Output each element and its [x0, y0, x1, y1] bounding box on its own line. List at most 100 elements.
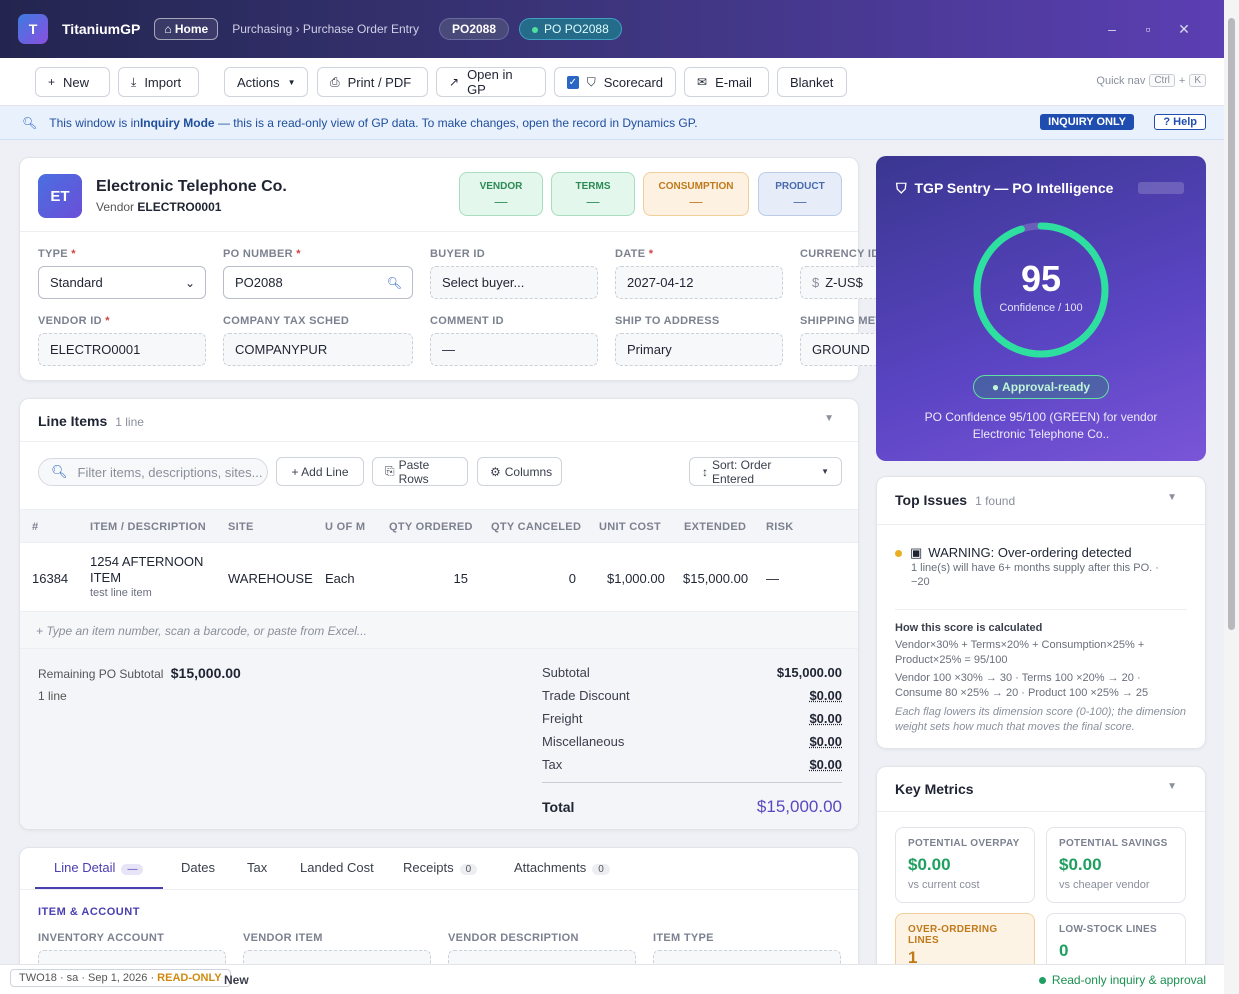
- freight-value[interactable]: $0.00: [809, 711, 842, 726]
- printer-icon: ⎙: [330, 74, 340, 89]
- po-pill[interactable]: PO2088: [438, 18, 510, 40]
- chip-vendor[interactable]: VENDOR —: [459, 172, 543, 216]
- col-header-uom[interactable]: U OF M: [325, 521, 365, 533]
- metric-value: $0.00: [1059, 855, 1102, 874]
- warning-dot-icon: [895, 550, 902, 558]
- sentry-card: ⛉ TGP Sentry — PO Intelligence 95 Confide…: [876, 156, 1206, 461]
- remaining-label: Remaining PO Subtotal: [38, 667, 164, 681]
- comment-id-input[interactable]: —: [430, 333, 598, 366]
- window-controls: – ▫ ✕: [1094, 0, 1202, 58]
- minimize-icon[interactable]: –: [1094, 21, 1130, 37]
- shipping-method-label: SHIPPING METHOD: [800, 315, 880, 327]
- tab-tax[interactable]: Tax: [247, 860, 267, 875]
- top-issues-title-text: Top Issues: [895, 492, 968, 508]
- comment-id-value: —: [442, 342, 455, 357]
- scorecard-checkbox[interactable]: ✓: [567, 75, 579, 89]
- scrollbar-thumb[interactable]: [1228, 18, 1235, 630]
- type-select[interactable]: Standard ⌄: [38, 266, 206, 299]
- col-header-unit-cost[interactable]: UNIT COST: [599, 521, 661, 533]
- collapse-caret-icon[interactable]: ▼: [1167, 492, 1177, 503]
- add-line-button[interactable]: + Add Line: [276, 457, 364, 486]
- home-button[interactable]: ⌂ Home: [154, 18, 219, 40]
- columns-button[interactable]: ⚙ Columns: [477, 457, 562, 486]
- col-header-item[interactable]: ITEM / DESCRIPTION: [90, 521, 206, 533]
- po-status-pill[interactable]: PO PO2088: [519, 18, 622, 40]
- vendor-id-input[interactable]: ELECTRO0001: [38, 333, 206, 366]
- kbd-ctrl: Ctrl: [1149, 74, 1175, 87]
- buyer-id-value: Select buyer...: [442, 275, 525, 290]
- sort-icon: ↕: [702, 464, 708, 479]
- misc-value[interactable]: $0.00: [809, 734, 842, 749]
- window-scrollbar[interactable]: [1224, 0, 1239, 994]
- shield-icon: ⛉: [586, 74, 596, 89]
- cell-num: 16384: [32, 571, 69, 586]
- key-metrics-card: Key Metrics ▼ POTENTIAL OVERPAY $0.00 vs c…: [876, 766, 1206, 994]
- blanket-button[interactable]: Blanket: [777, 67, 847, 97]
- import-button[interactable]: ⤓ Import: [118, 67, 199, 97]
- tax-value[interactable]: $0.00: [809, 757, 842, 772]
- tab-attachments-label: Attachments: [514, 860, 587, 875]
- email-button[interactable]: ✉ E-mail: [684, 67, 769, 97]
- col-header-qty-ordered[interactable]: QTY ORDERED: [389, 521, 473, 533]
- chip-product[interactable]: PRODUCT —: [758, 172, 842, 216]
- tax-sched-input[interactable]: COMPANYPUR: [223, 333, 413, 366]
- table-row[interactable]: 16384 1254 AFTERNOON ITEM test line item…: [20, 543, 858, 611]
- cell-site: WAREHOUSE: [228, 571, 313, 586]
- col-header-site[interactable]: SITE: [228, 521, 254, 533]
- tab-dates[interactable]: Dates: [181, 860, 215, 875]
- scorecard-button[interactable]: ✓ ⛉ Scorecard: [554, 67, 676, 97]
- chip-vendor-label: VENDOR: [479, 181, 523, 192]
- tab-receipts[interactable]: Receipts 0: [403, 860, 478, 875]
- tab-landed-cost[interactable]: Landed Cost: [300, 860, 374, 875]
- ship-to-input[interactable]: Primary: [615, 333, 783, 366]
- date-label: DATE: [615, 248, 646, 260]
- section-heading: ITEM & ACCOUNT: [38, 906, 140, 918]
- collapse-caret-icon[interactable]: ▼: [1167, 781, 1177, 792]
- summary-freight: Freight $0.00: [542, 711, 842, 726]
- po-number-input[interactable]: PO2088 🔍︎: [223, 266, 413, 299]
- currency-input[interactable]: $ Z-US$: [800, 266, 880, 299]
- breadcrumb[interactable]: Purchasing › Purchase Order Entry: [232, 22, 419, 36]
- print-pdf-button[interactable]: ⎙ Print / PDF: [317, 67, 428, 97]
- tax-sched-label: COMPANY TAX SCHED: [223, 315, 350, 327]
- trade-discount-value[interactable]: $0.00: [809, 688, 842, 703]
- company-context[interactable]: TWO18 · sa · Sep 1, 2026 · READ-ONLY: [10, 969, 231, 987]
- search-icon[interactable]: 🔍︎: [387, 276, 402, 290]
- chip-terms[interactable]: TERMS —: [551, 172, 635, 216]
- metric-potential-overpay: POTENTIAL OVERPAY $0.00 vs current cost: [895, 827, 1035, 903]
- date-input[interactable]: 2027-04-12: [615, 266, 783, 299]
- col-header-num[interactable]: #: [32, 521, 38, 533]
- buyer-id-label: BUYER ID: [430, 248, 485, 260]
- col-header-extended[interactable]: EXTENDED: [684, 521, 746, 533]
- import-icon: ⤓: [131, 74, 137, 89]
- sort-button[interactable]: ↕ Sort: Order Entered ▼: [689, 457, 842, 486]
- new-button[interactable]: + New: [35, 67, 110, 97]
- import-label: Import: [144, 74, 182, 90]
- open-in-gp-button[interactable]: ↗ Open in GP: [436, 67, 546, 97]
- warning-item[interactable]: ▣ WARNING: Over-ordering detected: [895, 545, 1132, 561]
- close-icon[interactable]: ✕: [1166, 21, 1202, 38]
- chip-product-label: PRODUCT: [775, 181, 825, 192]
- quick-nav-label: Quick nav: [1096, 74, 1146, 87]
- freight-label: Freight: [542, 711, 583, 726]
- chip-consumption[interactable]: CONSUMPTION —: [643, 172, 749, 216]
- divider: [877, 524, 1205, 525]
- shipping-method-input[interactable]: GROUND: [800, 333, 880, 366]
- paste-rows-button[interactable]: ⎘ Paste Rows: [372, 457, 468, 486]
- col-header-risk[interactable]: RISK: [766, 521, 793, 533]
- col-header-qty-canceled[interactable]: QTY CANCELED: [491, 521, 581, 533]
- metric-potential-savings: POTENTIAL SAVINGS $0.00 vs cheaper vendor: [1046, 827, 1186, 903]
- filter-input[interactable]: 🔍︎ Filter items, descriptions, sites...: [38, 458, 268, 486]
- tab-line-detail[interactable]: Line Detail —: [54, 860, 144, 875]
- help-button[interactable]: ? Help: [1154, 114, 1206, 130]
- cell-qty-ordered: 15: [453, 571, 468, 586]
- buyer-id-input[interactable]: Select buyer...: [430, 266, 598, 299]
- collapse-caret-icon[interactable]: ▼: [824, 413, 834, 424]
- tab-attachments[interactable]: Attachments 0: [514, 860, 610, 875]
- maximize-icon[interactable]: ▫: [1130, 21, 1166, 37]
- add-row-input[interactable]: + Type an item number, scan a barcode, o…: [20, 611, 858, 649]
- filter-placeholder: Filter items, descriptions, sites...: [77, 464, 263, 480]
- actions-button[interactable]: Actions ▼: [224, 67, 308, 97]
- chip-vendor-value: —: [494, 194, 508, 209]
- tab-line-detail-count: —: [121, 864, 144, 875]
